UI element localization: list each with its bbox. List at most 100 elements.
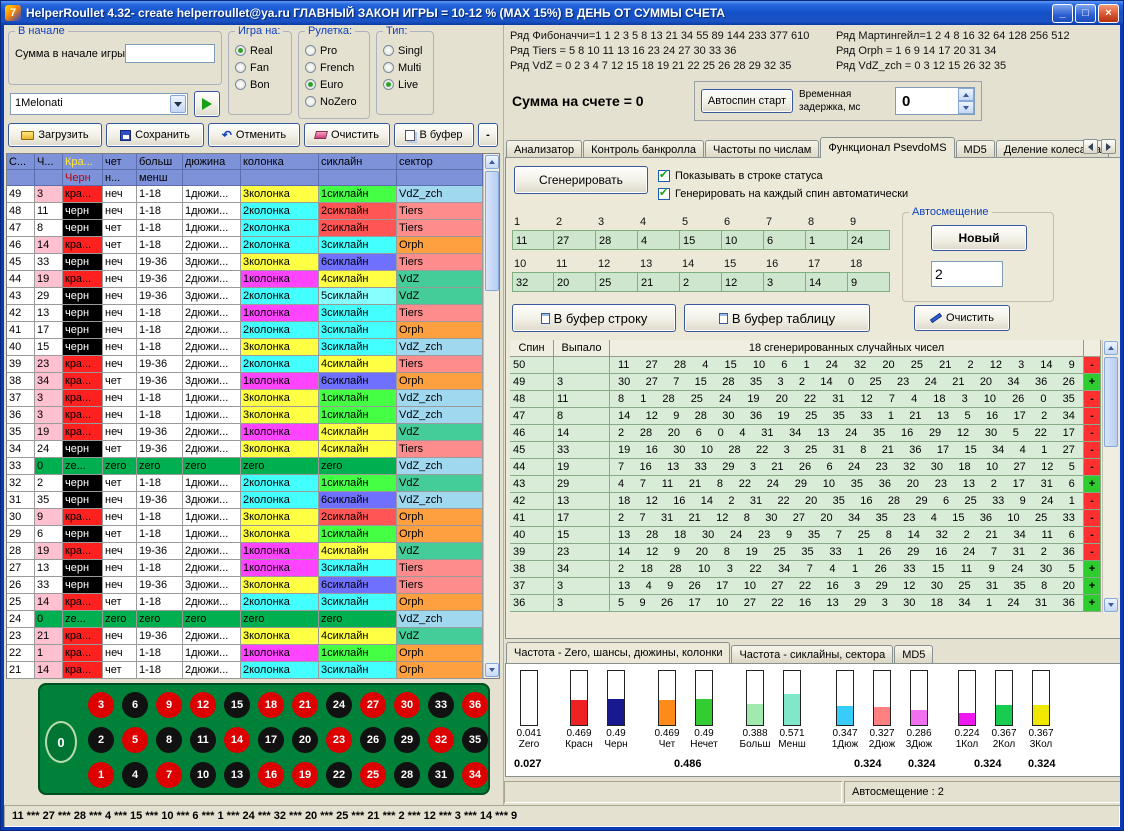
radio-pro[interactable]: Pro (299, 42, 369, 59)
history-row[interactable]: 2713черннеч1-182дюжи...1колонка3сиклайнT… (7, 560, 499, 577)
board-cell[interactable]: 21 (288, 687, 322, 722)
radio-real[interactable]: Real (229, 42, 291, 59)
history-row[interactable]: 2321кра...неч19-362дюжи...3колонка4сикла… (7, 628, 499, 645)
board-cell[interactable]: 11 (186, 722, 220, 757)
tabs-scroll-right-icon[interactable] (1101, 139, 1116, 154)
board-cell[interactable]: 2 (84, 722, 118, 757)
board-cell[interactable]: 28 (390, 757, 424, 792)
scroll-up-icon[interactable] (485, 155, 499, 169)
history-row[interactable]: 2114кра...чет1-182дюжи...2колонка3сиклай… (7, 662, 499, 679)
board-cell[interactable]: 30 (390, 687, 424, 722)
delay-input[interactable] (896, 88, 958, 114)
main-tab-4[interactable]: MD5 (956, 140, 995, 158)
play-button[interactable] (194, 91, 220, 117)
history-row[interactable]: 3923кра...неч19-362дюжи...2колонка4сикла… (7, 356, 499, 373)
history-row[interactable]: 4419кра...неч19-362дюжи...1колонка4сикла… (7, 271, 499, 288)
board-cell[interactable]: 23 (322, 722, 356, 757)
spin-table-scrollbar[interactable] (1102, 340, 1118, 613)
board-cell[interactable]: 25 (356, 757, 390, 792)
history-row[interactable]: 3135черннеч19-363дюжи...2колонка6сиклайн… (7, 492, 499, 509)
radio-french[interactable]: French (299, 59, 369, 76)
history-row[interactable]: 221кра...неч1-181дюжи...1колонка1сиклайн… (7, 645, 499, 662)
tabs-scroll-left-icon[interactable] (1083, 139, 1098, 154)
profile-select[interactable]: 1Melonati (10, 93, 188, 115)
radio-bon[interactable]: Bon (229, 76, 291, 93)
radio-fan[interactable]: Fan (229, 59, 291, 76)
freq-tab-2[interactable]: MD5 (894, 645, 933, 663)
board-cell[interactable]: 5 (118, 722, 152, 757)
to-buffer-button[interactable]: В буфер (394, 123, 474, 147)
main-tab-0[interactable]: Анализатор (506, 140, 582, 158)
board-cell[interactable]: 14 (220, 722, 254, 757)
main-tab-2[interactable]: Частоты по числам (705, 140, 819, 158)
close-button[interactable]: × (1098, 4, 1119, 23)
radio-singl[interactable]: Singl (377, 42, 433, 59)
board-cell[interactable]: 18 (254, 687, 288, 722)
history-row[interactable]: 373кра...неч1-181дюжи...3колонка1сиклайн… (7, 390, 499, 407)
history-row[interactable]: 3519кра...неч19-362дюжи...1колонка4сикла… (7, 424, 499, 441)
history-row[interactable]: 4811черннеч1-181дюжи...2колонка2сиклайнT… (7, 203, 499, 220)
radio-multi[interactable]: Multi (377, 59, 433, 76)
scrollbar-thumb[interactable] (485, 171, 499, 291)
board-cell[interactable]: 4 (118, 757, 152, 792)
radio-nozero[interactable]: NoZero (299, 93, 369, 110)
board-cell[interactable]: 24 (322, 687, 356, 722)
chevron-down-icon[interactable] (170, 95, 186, 113)
clear-generated-button[interactable]: Очистить (914, 305, 1010, 331)
history-row[interactable]: 4533черннеч19-363дюжи...3колонка6сиклайн… (7, 254, 499, 271)
scroll-down-icon[interactable] (1104, 598, 1118, 612)
spinner-down-icon[interactable] (958, 101, 974, 114)
history-row[interactable]: 2633черннеч19-363дюжи...3колонка6сиклайн… (7, 577, 499, 594)
generate-button[interactable]: Сгенерировать (514, 166, 648, 194)
board-cell[interactable]: 35 (458, 722, 492, 757)
freq-tab-0[interactable]: Частота - Zero, шансы, дюжины, колонки (506, 642, 730, 663)
board-cell[interactable]: 27 (356, 687, 390, 722)
history-row[interactable]: 240ze...zerozerozerozerozeroVdZ_zch (7, 611, 499, 628)
history-row[interactable]: 322чернчет1-181дюжи...2колонка1сиклайнVd… (7, 475, 499, 492)
board-cell[interactable]: 22 (322, 757, 356, 792)
history-row[interactable]: 4213черннеч1-182дюжи...1колонка3сиклайнT… (7, 305, 499, 322)
board-cell[interactable]: 16 (254, 757, 288, 792)
minimize-button[interactable]: _ (1052, 4, 1073, 23)
show-in-status-checkbox[interactable]: Показывать в строке статуса (658, 168, 823, 184)
board-cell[interactable]: 9 (152, 687, 186, 722)
board-cell[interactable]: 17 (254, 722, 288, 757)
main-tab-1[interactable]: Контроль банкролла (583, 140, 704, 158)
history-row[interactable]: 3424чернчет19-362дюжи...3колонка4сиклайн… (7, 441, 499, 458)
history-row[interactable]: 2819кра...неч19-362дюжи...1колонка4сикла… (7, 543, 499, 560)
new-offset-button[interactable]: Новый (931, 225, 1027, 251)
radio-live[interactable]: Live (377, 76, 433, 93)
board-cell[interactable]: 20 (288, 722, 322, 757)
board-zero[interactable]: 0 (45, 721, 77, 763)
board-cell[interactable]: 8 (152, 722, 186, 757)
board-cell[interactable]: 7 (152, 757, 186, 792)
board-cell[interactable]: 6 (118, 687, 152, 722)
board-cell[interactable]: 31 (424, 757, 458, 792)
history-row[interactable]: 296чернчет1-181дюжи...3колонка1сиклайнOr… (7, 526, 499, 543)
history-row[interactable]: 2514кра...чет1-182дюжи...2колонка3сиклай… (7, 594, 499, 611)
buffer-row-button[interactable]: В буфер строку (512, 304, 676, 332)
history-scrollbar[interactable] (483, 154, 499, 678)
save-button[interactable]: Сохранить (106, 123, 204, 147)
scroll-up-icon[interactable] (1104, 341, 1118, 355)
history-row[interactable]: 4614кра...чет1-182дюжи...2колонка3сиклай… (7, 237, 499, 254)
history-row[interactable]: 4117черннеч1-182дюжи...2колонка3сиклайнO… (7, 322, 499, 339)
board-cell[interactable]: 13 (220, 757, 254, 792)
board-cell[interactable]: 32 (424, 722, 458, 757)
board-cell[interactable]: 19 (288, 757, 322, 792)
history-row[interactable]: 3834кра...чет19-363дюжи...1колонка6сикла… (7, 373, 499, 390)
board-cell[interactable]: 33 (424, 687, 458, 722)
history-row[interactable]: 309кра...неч1-181дюжи...3колонка2сиклайн… (7, 509, 499, 526)
board-cell[interactable]: 34 (458, 757, 492, 792)
generate-each-spin-checkbox[interactable]: Генерировать на каждый спин автоматическ… (658, 186, 908, 202)
history-row[interactable]: 4329черннеч19-363дюжи...2колонка5сиклайн… (7, 288, 499, 305)
history-row[interactable]: 493кра...неч1-181дюжи...3колонка1сиклайн… (7, 186, 499, 203)
start-sum-input[interactable] (125, 44, 215, 63)
load-button[interactable]: Загрузить (8, 123, 102, 147)
offset-input[interactable] (931, 261, 1003, 287)
main-tab-3[interactable]: Функционал PsevdoMS (820, 137, 954, 158)
board-cell[interactable]: 36 (458, 687, 492, 722)
board-cell[interactable]: 1 (84, 757, 118, 792)
autospin-start-button[interactable]: Автоспин старт (701, 89, 793, 113)
delay-spinner[interactable] (895, 87, 975, 115)
